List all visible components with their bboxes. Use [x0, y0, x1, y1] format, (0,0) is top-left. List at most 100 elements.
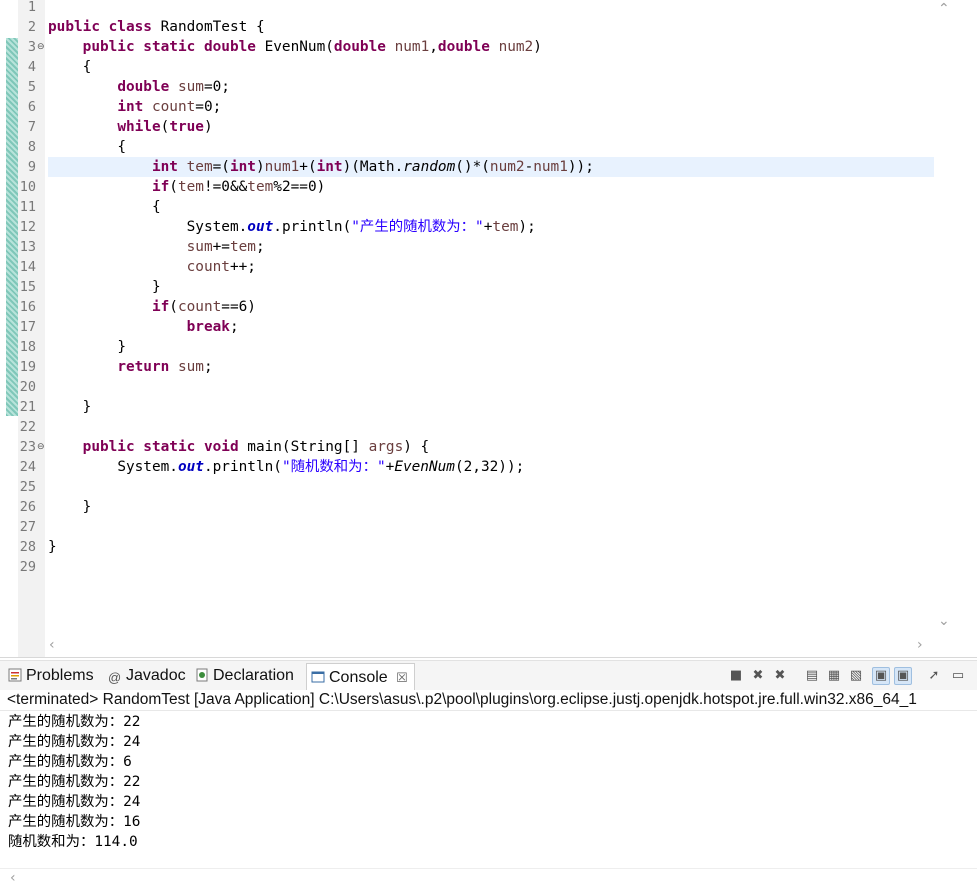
- local-variable: count: [177, 299, 222, 315]
- code-line[interactable]: System.out.println("随机数和为："+EvenNum(2,32…: [48, 457, 934, 477]
- code-line[interactable]: int tem=(int)num1+(int)(Math.random()*(n…: [48, 157, 934, 177]
- console-output-line: 产生的随机数为：24: [8, 794, 141, 810]
- scroll-left-icon[interactable]: ‹: [49, 638, 55, 652]
- code-line[interactable]: while(true): [48, 117, 934, 137]
- code-line[interactable]: {: [48, 137, 934, 157]
- line-number: 21: [19, 399, 36, 415]
- keyword: public static void: [82, 439, 248, 455]
- line-number: 29: [19, 559, 36, 575]
- static-field: out: [177, 459, 204, 475]
- pin-console-icon[interactable]: ➚: [925, 667, 943, 685]
- brace: }: [82, 499, 92, 515]
- code-line[interactable]: }: [48, 397, 934, 417]
- line-number: 28: [19, 539, 36, 555]
- line-number: 3: [27, 39, 36, 55]
- scroll-right-icon[interactable]: ›: [917, 638, 923, 652]
- fold-collapse-icon[interactable]: ⊖: [37, 437, 45, 457]
- console-output[interactable]: 产生的随机数为：22 产生的随机数为：24 产生的随机数为：6 产生的随机数为：…: [8, 712, 140, 852]
- console-output-line: 产生的随机数为：24: [8, 734, 141, 750]
- punctuation: ) {: [403, 439, 430, 455]
- tab-console[interactable]: Console ☒: [306, 663, 415, 692]
- panel-tab-bar: Problems @ Javadoc Declaration Console ☒ …: [0, 660, 977, 692]
- line-number: 5: [27, 79, 36, 95]
- keyword: int: [229, 159, 256, 175]
- code-line[interactable]: }: [48, 277, 934, 297]
- code-text: System.: [117, 459, 178, 475]
- punctuation: ): [533, 39, 542, 55]
- code-line[interactable]: }: [48, 337, 934, 357]
- code-editor[interactable]: 1 2 3 ⊖ 4 5 6 7 8 9 10 11 12 13 14 15 16…: [0, 0, 977, 658]
- editor-vertical-scrollbar[interactable]: ⌃ ⌄: [934, 0, 956, 638]
- line-number: 19: [19, 359, 36, 375]
- word-wrap-icon[interactable]: ▧: [847, 667, 865, 685]
- keyword: int: [117, 99, 152, 115]
- scroll-down-icon[interactable]: ⌄: [938, 614, 950, 628]
- editor-horizontal-scrollbar[interactable]: ‹ ›: [45, 638, 935, 656]
- line-number: 17: [19, 319, 36, 335]
- parameter: num1: [533, 159, 568, 175]
- code-line[interactable]: public static void main(String[] args) {: [48, 437, 934, 457]
- line-number: 10: [19, 179, 36, 195]
- code-line[interactable]: if(tem!=0&&tem%2==0): [48, 177, 934, 197]
- fold-collapse-icon[interactable]: ⊖: [37, 37, 45, 57]
- keyword: double: [333, 39, 395, 55]
- punctuation: ;: [229, 319, 239, 335]
- code-text: System.: [186, 219, 248, 235]
- code-line[interactable]: public static double EvenNum(double num1…: [48, 37, 934, 57]
- code-line[interactable]: return sum;: [48, 357, 934, 377]
- show-on-stderr-icon[interactable]: ▣: [894, 667, 912, 685]
- line-number: 22: [19, 419, 36, 435]
- code-line[interactable]: count++;: [48, 257, 934, 277]
- tab-declaration[interactable]: Declaration: [195, 664, 294, 688]
- code-line[interactable]: if(count==6): [48, 297, 934, 317]
- display-selected-console-icon[interactable]: ▭: [949, 667, 967, 685]
- code-text: ++;: [229, 259, 256, 275]
- brace: {: [82, 59, 92, 75]
- show-on-stdout-icon[interactable]: ▣: [872, 667, 890, 685]
- keyword: return: [117, 359, 178, 375]
- parameter: num1: [264, 159, 300, 175]
- close-tab-icon[interactable]: ☒: [396, 670, 408, 685]
- code-line[interactable]: }: [48, 497, 934, 517]
- code-line[interactable]: int count=0;: [48, 97, 934, 117]
- local-variable: tem: [247, 179, 274, 195]
- remove-launch-icon[interactable]: ✖: [749, 667, 767, 685]
- console-horizontal-scrollbar[interactable]: ‹: [0, 868, 977, 887]
- terminate-icon[interactable]: ■: [727, 667, 745, 685]
- tab-problems[interactable]: Problems: [8, 664, 94, 688]
- code-line[interactable]: {: [48, 197, 934, 217]
- static-field: out: [247, 219, 274, 235]
- parameter: num2: [489, 159, 525, 175]
- code-line[interactable]: public class RandomTest {: [48, 17, 934, 37]
- code-text: .println(: [273, 219, 352, 235]
- scroll-up-icon[interactable]: ⌃: [938, 2, 950, 16]
- code-line[interactable]: double sum=0;: [48, 77, 934, 97]
- code-text: ()*(: [455, 159, 490, 175]
- remove-all-terminated-icon[interactable]: ✖: [771, 667, 789, 685]
- code-line[interactable]: break;: [48, 317, 934, 337]
- code-line[interactable]: sum+=tem;: [48, 237, 934, 257]
- line-number: 7: [27, 119, 36, 135]
- code-line[interactable]: }: [48, 537, 934, 557]
- clear-console-icon[interactable]: ▤: [803, 667, 821, 685]
- scroll-lock-icon[interactable]: ▦: [825, 667, 843, 685]
- code-line[interactable]: {: [48, 57, 934, 77]
- code-text: =(: [212, 159, 230, 175]
- line-number: 4: [27, 59, 36, 75]
- string-literal: "随机数和为：": [281, 459, 386, 475]
- console-output-line: 产生的随机数为：16: [8, 814, 141, 830]
- tab-javadoc[interactable]: @ Javadoc: [108, 664, 186, 688]
- console-output-line: 产生的随机数为：22: [8, 714, 141, 730]
- parameter: num1: [394, 39, 430, 55]
- keyword: break: [186, 319, 230, 335]
- local-variable: tem: [492, 219, 519, 235]
- code-text: %2==0): [273, 179, 326, 195]
- code-line[interactable]: System.out.println("产生的随机数为："+tem);: [48, 217, 934, 237]
- keyword: true: [169, 119, 204, 135]
- code-text: -: [524, 159, 534, 175]
- line-number: 12: [19, 219, 36, 235]
- brace: {: [151, 199, 161, 215]
- scroll-left-icon[interactable]: ‹: [10, 871, 16, 885]
- keyword: while: [117, 119, 161, 135]
- console-output-line: 产生的随机数为：6: [8, 754, 132, 770]
